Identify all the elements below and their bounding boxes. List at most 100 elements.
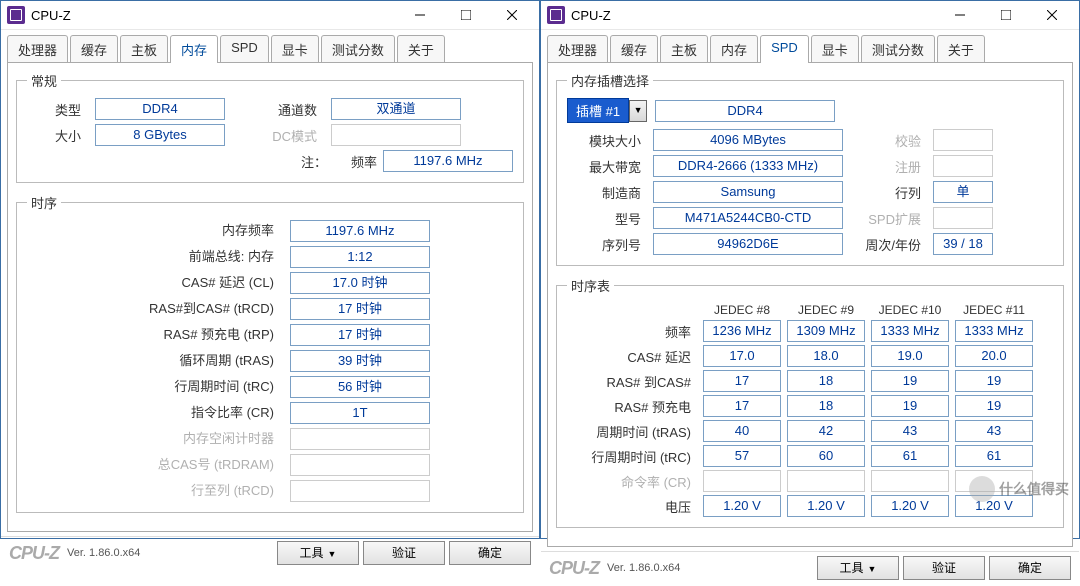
timing-cell: 19 <box>955 395 1033 417</box>
correction-value <box>933 129 993 151</box>
timing-cell: 19 <box>955 370 1033 392</box>
slot-type: DDR4 <box>655 100 835 122</box>
timing-cell: 43 <box>871 420 949 442</box>
tab-spd[interactable]: SPD <box>760 35 809 63</box>
registered-label: 注册 <box>857 157 927 176</box>
tab-memory[interactable]: 内存 <box>710 35 758 63</box>
minimize-button[interactable] <box>937 1 983 29</box>
tab-about[interactable]: 关于 <box>397 35 445 63</box>
timing-row-label: RAS# 到CAS# <box>567 372 697 391</box>
tab-graphics[interactable]: 显卡 <box>271 35 319 63</box>
ok-button[interactable]: 确定 <box>449 541 531 565</box>
tab-mainboard[interactable]: 主板 <box>660 35 708 63</box>
trp-value: 17 时钟 <box>290 324 430 346</box>
fsbmem-label: 前端总线: 内存 <box>110 246 280 268</box>
general-legend: 常规 <box>27 71 61 90</box>
slot-dropdown-button[interactable]: ▼ <box>629 100 647 122</box>
app-title: CPU-Z <box>31 8 71 23</box>
timing-cell <box>787 470 865 492</box>
memfreq-label: 内存频率 <box>110 220 280 242</box>
tab-spd[interactable]: SPD <box>220 35 269 63</box>
slot-selector[interactable]: 插槽 #1 <box>567 98 629 123</box>
tab-about[interactable]: 关于 <box>937 35 985 63</box>
general-group: 常规 类型 DDR4 通道数 双通道 大小 8 GBytes DC模式 注： 频… <box>16 71 524 183</box>
timing-cell: 43 <box>955 420 1033 442</box>
memfreq-value: 1197.6 MHz <box>290 220 430 242</box>
tab-caches[interactable]: 缓存 <box>610 35 658 63</box>
weekyear-label: 周次/年份 <box>857 235 927 254</box>
type-label: 类型 <box>27 100 87 119</box>
timing-cell: 42 <box>787 420 865 442</box>
memory-panel: 常规 类型 DDR4 通道数 双通道 大小 8 GBytes DC模式 注： 频… <box>7 62 533 532</box>
trdram-value <box>290 454 430 476</box>
logo: CPU-Z <box>9 543 59 564</box>
timing-row-label: 命令率 (CR) <box>567 472 697 491</box>
trcd2-label: 行至列 (tRCD) <box>110 480 280 502</box>
timing-row-label: 周期时间 (tRAS) <box>567 422 697 441</box>
module-size-label: 模块大小 <box>567 131 647 150</box>
watermark-icon <box>969 476 995 502</box>
ranks-label: 行列 <box>857 183 927 202</box>
timing-cell: 1.20 V <box>871 495 949 517</box>
tab-cpu[interactable]: 处理器 <box>547 35 608 63</box>
tab-caches[interactable]: 缓存 <box>70 35 118 63</box>
logo: CPU-Z <box>549 558 599 579</box>
tab-bench[interactable]: 测试分数 <box>321 35 395 63</box>
trc-label: 行周期时间 (tRC) <box>110 376 280 398</box>
mfr-label: 制造商 <box>567 183 647 202</box>
tab-cpu[interactable]: 处理器 <box>7 35 68 63</box>
tab-bar: 处理器 缓存 主板 内存 SPD 显卡 测试分数 关于 <box>1 30 539 62</box>
close-button[interactable] <box>1029 1 1075 29</box>
timing-cell: 60 <box>787 445 865 467</box>
max-bw-label: 最大带宽 <box>567 157 647 176</box>
tab-bar: 处理器 缓存 主板 内存 SPD 显卡 测试分数 关于 <box>541 30 1079 62</box>
close-button[interactable] <box>489 1 535 29</box>
timing-cell: 1333 MHz <box>871 320 949 342</box>
spdext-label: SPD扩展 <box>857 209 927 228</box>
trc-value: 56 时钟 <box>290 376 430 398</box>
maximize-button[interactable] <box>983 1 1029 29</box>
validate-button[interactable]: 验证 <box>903 556 985 580</box>
type-value: DDR4 <box>95 98 225 120</box>
tab-bench[interactable]: 测试分数 <box>861 35 935 63</box>
ranks-value: 单 <box>933 181 993 203</box>
serial-value: 94962D6E <box>653 233 843 255</box>
timing-cell: 1309 MHz <box>787 320 865 342</box>
trdram-label: 总CAS号 (tRDRAM) <box>110 454 280 476</box>
model-value: M471A5244CB0-CTD <box>653 207 843 229</box>
minimize-button[interactable] <box>397 1 443 29</box>
model-label: 型号 <box>567 209 647 228</box>
trcd2-value <box>290 480 430 502</box>
timing-table-legend: 时序表 <box>567 276 614 295</box>
trcd-label: RAS#到CAS# (tRCD) <box>110 298 280 320</box>
titlebar[interactable]: CPU-Z <box>541 1 1079 30</box>
tab-graphics[interactable]: 显卡 <box>811 35 859 63</box>
tools-button[interactable]: 工具▼ <box>817 556 899 580</box>
version: Ver. 1.86.0.x64 <box>67 547 140 559</box>
cl-value: 17.0 时钟 <box>290 272 430 294</box>
validate-button[interactable]: 验证 <box>363 541 445 565</box>
titlebar[interactable]: CPU-Z <box>1 1 539 30</box>
timings-group: 时序 内存频率 1197.6 MHz 前端总线: 内存 1:12 CAS# 延迟… <box>16 193 524 513</box>
ok-button[interactable]: 确定 <box>989 556 1071 580</box>
cl-label: CAS# 延迟 (CL) <box>110 272 280 294</box>
cr-label: 指令比率 (CR) <box>110 402 280 424</box>
footer: CPU-Z Ver. 1.86.0.x64 工具▼ 验证 确定 <box>1 536 539 571</box>
tab-memory[interactable]: 内存 <box>170 35 218 63</box>
mfr-value: Samsung <box>653 181 843 203</box>
cpuz-window-spd: CPU-Z 处理器 缓存 主板 内存 SPD 显卡 测试分数 关于 内存插槽选择… <box>540 0 1080 539</box>
tools-button[interactable]: 工具▼ <box>277 541 359 565</box>
tras-label: 循环周期 (tRAS) <box>110 350 280 372</box>
timing-cell: 57 <box>703 445 781 467</box>
weekyear-value: 39 / 18 <box>933 233 993 255</box>
timing-cell: 17.0 <box>703 345 781 367</box>
tras-value: 39 时钟 <box>290 350 430 372</box>
freq-value: 1197.6 MHz <box>383 150 513 172</box>
tab-mainboard[interactable]: 主板 <box>120 35 168 63</box>
maximize-button[interactable] <box>443 1 489 29</box>
chevron-down-icon: ▼ <box>328 549 337 559</box>
trcd-value: 17 时钟 <box>290 298 430 320</box>
timing-cell: 19 <box>871 370 949 392</box>
timing-cell <box>703 470 781 492</box>
watermark-text: 什么值得买 <box>999 479 1069 499</box>
